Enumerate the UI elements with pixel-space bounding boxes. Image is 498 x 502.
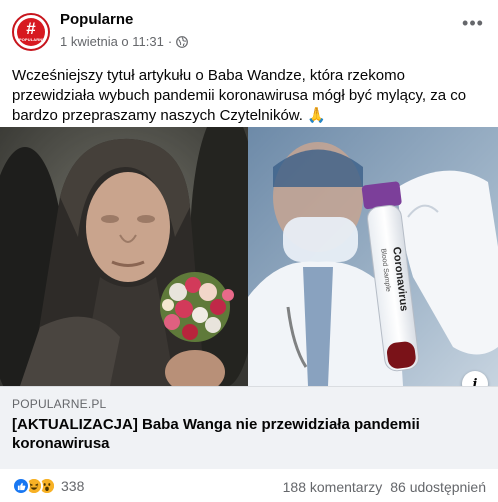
link-domain: POPULARNE.PL [12,397,107,411]
post-meta: 1 kwietnia o 11:31 · [60,34,189,49]
post-stats: 188 komentarzy 86 udostępnień [283,479,486,495]
reactions-summary[interactable]: 338 [12,477,84,495]
page-name-link[interactable]: Popularne [60,11,133,28]
page-avatar[interactable]: # POPULARNE [12,13,50,51]
link-preview-info[interactable]: POPULARNE.PL [AKTUALIZACJA] Baba Wanga n… [0,386,498,469]
globe-icon[interactable] [176,35,189,48]
post-header: # POPULARNE Popularne 1 kwietnia o 11:31… [0,0,498,62]
more-options-icon[interactable]: ••• [460,10,486,36]
preview-image-left[interactable] [0,127,248,386]
post-timestamp[interactable]: 1 kwietnia o 11:31 [60,34,164,49]
meta-separator: · [167,34,173,49]
link-preview-images[interactable]: Coronavirus Blood Sample [0,127,498,386]
link-preview-card[interactable]: Coronavirus Blood Sample i POPULARNE.PL … [0,127,498,469]
post-message: Wcześniejszy tytuł artykułu o Baba Wandz… [12,67,467,124]
comments-count-link[interactable]: 188 komentarzy [283,479,383,495]
link-title[interactable]: [AKTUALIZACJA] Baba Wanga nie przewidzia… [12,415,482,453]
engagement-bar: 338 188 komentarzy 86 udostępnień [0,470,498,502]
avatar-logo-text: POPULARNE [19,37,46,42]
preview-image-right[interactable]: Coronavirus Blood Sample [248,127,498,386]
shares-count-link[interactable]: 86 udostępnień [390,479,486,495]
avatar-hash-symbol: # [26,19,36,38]
like-reaction-icon [12,477,30,495]
reaction-count: 338 [61,478,85,494]
avatar-logo: # POPULARNE [17,18,45,46]
